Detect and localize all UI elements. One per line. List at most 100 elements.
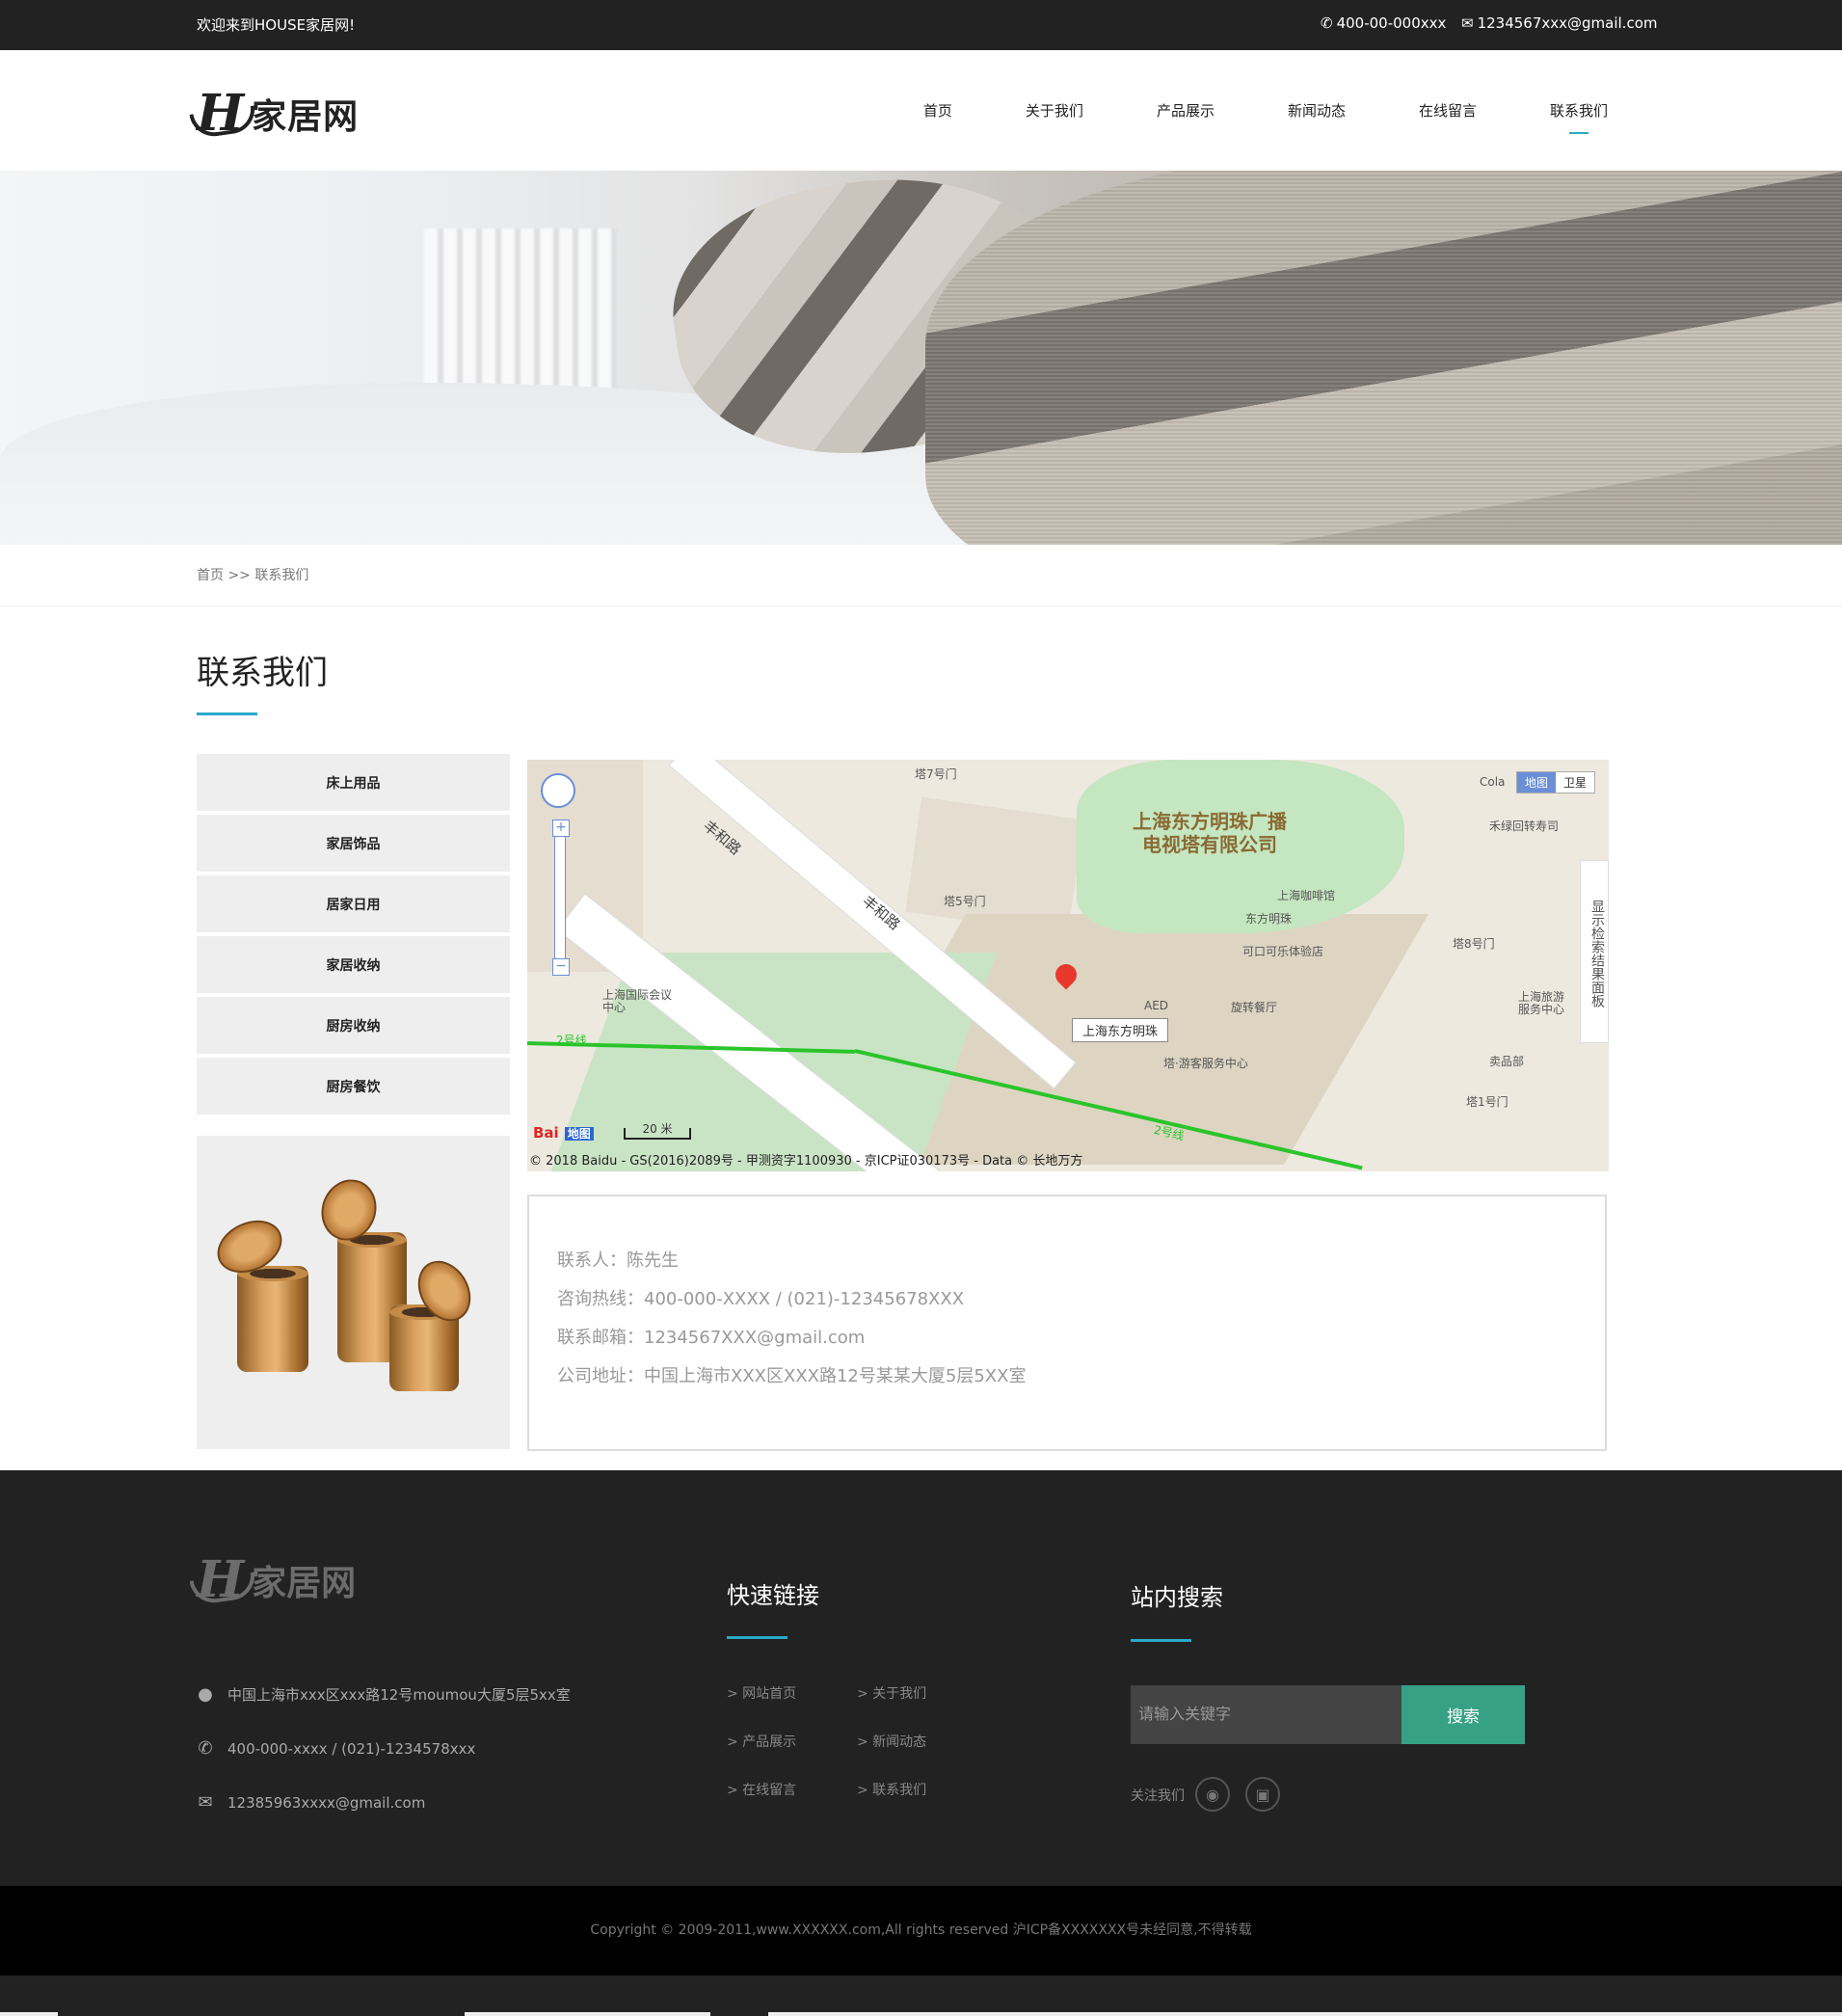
sidebar-item-kitchen-storage[interactable]: 厨房收纳 <box>197 997 510 1054</box>
sidebar-item-bedding[interactable]: 床上用品 <box>197 754 510 811</box>
footer-logo[interactable]: H 家居网 <box>197 1555 356 1605</box>
contact-person: 联系人：陈先生 <box>557 1250 679 1271</box>
follow-us-label: 关注我们 <box>1131 1788 1185 1804</box>
footer-phone-text: 400-000-xxxx / (021)-1234578xxx <box>227 1739 476 1758</box>
page-title-underline <box>197 712 257 715</box>
jar-left <box>237 1266 308 1372</box>
top-email-address: 1234567xxx@gmail.com <box>1477 14 1658 32</box>
map-poi: 上海国际会议中心 <box>602 988 673 1014</box>
map-poi: 塔8号门 <box>1453 937 1495 951</box>
map-selected-poi[interactable]: 上海东方明珠 <box>1072 1018 1169 1042</box>
map-poi: 禾绿回转寿司 <box>1489 820 1560 833</box>
contact-email: 联系邮箱：1234567XXX@gmail.com <box>557 1328 866 1348</box>
nav-item-message[interactable]: 在线留言 <box>1419 50 1477 171</box>
site-search-button[interactable]: 搜索 <box>1402 1685 1525 1744</box>
banner-radiator <box>424 228 617 392</box>
strip-segment <box>465 2012 710 2016</box>
map-copyright: © 2018 Baidu - GS(2016)2089号 - 甲测资字11009… <box>529 1154 1083 1169</box>
map-zoom-in-button[interactable]: + <box>552 820 570 837</box>
location-pin-icon: ● <box>198 1684 213 1705</box>
footer-link-products[interactable]: > 产品展示 <box>727 1732 796 1751</box>
nav-item-products[interactable]: 产品展示 <box>1157 50 1215 171</box>
footer-link-contact[interactable]: > 联系我们 <box>857 1780 926 1799</box>
wechat-icon[interactable]: ▣ <box>1245 1777 1280 1812</box>
contact-hotline: 咨询热线：400-000-XXXX / (021)-12345678XXX <box>557 1289 965 1309</box>
map-building-line2: 电视塔有限公司 <box>1142 833 1277 856</box>
quick-links-title: 快速链接 <box>727 1582 819 1609</box>
phone-icon: ✆ <box>1321 14 1333 32</box>
nav-item-about[interactable]: 关于我们 <box>1026 50 1083 171</box>
top-phone-number: 400-00-000xxx <box>1336 14 1447 32</box>
sidebar-item-daily[interactable]: 居家日用 <box>197 875 510 932</box>
map-poi: 上海咖啡馆 <box>1277 889 1336 902</box>
map-poi: 塔1号门 <box>1466 1095 1508 1109</box>
footer-logo-name: 家居网 <box>252 1564 357 1603</box>
map-zoom-out-button[interactable]: − <box>552 958 570 976</box>
site-search-title: 站内搜索 <box>1131 1584 1223 1611</box>
map-poi: Cola <box>1480 775 1506 789</box>
footer-email-text: 12385963xxxx@gmail.com <box>227 1793 426 1812</box>
sidebar-item-kitchen-dining[interactable]: 厨房餐饮 <box>197 1058 510 1115</box>
nav-item-news[interactable]: 新闻动态 <box>1288 50 1346 171</box>
map-scale: 20 米 <box>624 1123 691 1140</box>
page-title: 联系我们 <box>197 654 328 692</box>
footer-address: ● 中国上海市xxx区xxx路12号moumou大厦5层5xx室 <box>197 1684 571 1705</box>
map-pan-control[interactable] <box>541 773 575 808</box>
map-poi: 塔5号门 <box>944 895 986 908</box>
site-search-underline <box>1131 1639 1191 1642</box>
sidebar-item-storage[interactable]: 家居收纳 <box>197 936 510 993</box>
map-results-panel-toggle[interactable]: 显示检索结果面板 <box>1580 860 1609 1043</box>
footer-link-message[interactable]: > 在线留言 <box>727 1780 796 1799</box>
map-poi: 塔7号门 <box>915 767 957 781</box>
nav-item-contact[interactable]: 联系我们 <box>1550 50 1608 171</box>
main-nav: 首页 关于我们 产品展示 新闻动态 在线留言 联系我们 <box>850 50 1608 171</box>
category-sidebar: 床上用品 家居饰品 居家日用 家居收纳 厨房收纳 厨房餐饮 <box>197 754 510 1449</box>
breadcrumb[interactable]: 首页 >> 联系我们 <box>197 565 308 584</box>
footer-link-news[interactable]: > 新闻动态 <box>857 1732 926 1751</box>
bottom-strip <box>0 1976 1842 2016</box>
top-phone: ✆ 400-00-000xxx <box>1321 14 1446 32</box>
map-building-label: 上海东方明珠广播 电视塔有限公司 <box>1133 810 1287 856</box>
map-type-map[interactable]: 地图 <box>1516 772 1556 793</box>
site-footer: H 家居网 ● 中国上海市xxx区xxx路12号moumou大厦5层5xx室 ✆… <box>0 1470 1842 1886</box>
map-poi: 旋转餐厅 <box>1231 1001 1278 1014</box>
top-bar: 欢迎来到HOUSE家居网! ✆ 400-00-000xxx ✉ 1234567x… <box>0 0 1842 50</box>
map-type-satellite[interactable]: 卫星 <box>1556 772 1594 793</box>
map-building-line1: 上海东方明珠广播 <box>1133 810 1287 833</box>
top-email: ✉ 1234567xxx@gmail.com <box>1461 14 1657 32</box>
contact-info-box: 联系人：陈先生 咨询热线：400-000-XXXX / (021)-123456… <box>527 1195 1607 1451</box>
map-poi: AED <box>1144 999 1169 1012</box>
map-zoom-slider[interactable] <box>554 821 566 966</box>
welcome-text: 欢迎来到HOUSE家居网! <box>197 16 356 34</box>
mail-icon: ✉ <box>1461 14 1474 32</box>
footer-phone: ✆ 400-000-xxxx / (021)-1234578xxx <box>197 1738 475 1759</box>
logo-name: 家居网 <box>252 97 360 137</box>
strip-segment <box>0 2012 58 2016</box>
footer-link-about[interactable]: > 关于我们 <box>857 1683 926 1703</box>
footer-link-home[interactable]: > 网站首页 <box>727 1683 796 1703</box>
quick-links-underline <box>727 1636 788 1639</box>
map-poi: 塔·游客服务中心 <box>1163 1057 1248 1070</box>
copyright-bar: Copyright © 2009-2011,www.XXXXXX.com,All… <box>0 1886 1842 1976</box>
map-poi: 可口可乐体验店 <box>1242 945 1324 958</box>
site-search-input[interactable] <box>1131 1685 1402 1744</box>
footer-address-text: 中国上海市xxx区xxx路12号moumou大厦5层5xx室 <box>227 1686 571 1704</box>
map-poi: 上海旅游服务中心 <box>1518 990 1565 1016</box>
map-poi: 东方明珠 <box>1245 912 1293 926</box>
sidebar-item-decor[interactable]: 家居饰品 <box>197 815 510 872</box>
strip-segment <box>768 2012 1842 2016</box>
map-type-switch: 地图 卫星 <box>1515 771 1595 793</box>
banner-pillow-large <box>925 171 1842 545</box>
hero-banner <box>0 171 1842 545</box>
promo-image-jars[interactable] <box>197 1136 510 1449</box>
phone-icon: ✆ <box>198 1738 213 1759</box>
logo-mark: H <box>197 84 245 143</box>
baidu-map[interactable]: 上海东方明珠广播 电视塔有限公司 丰和路 丰和路 2号线 2号线 塔7号门 塔5… <box>527 760 1609 1171</box>
footer-logo-mark: H <box>197 1550 245 1609</box>
baidu-logo-text: Bai <box>533 1124 559 1142</box>
site-logo[interactable]: H 家居网 <box>197 89 359 139</box>
nav-item-home[interactable]: 首页 <box>923 50 952 171</box>
map-metro-label: 2号线 <box>556 1034 587 1047</box>
weibo-icon[interactable]: ◉ <box>1195 1777 1230 1812</box>
footer-email: ✉ 12385963xxxx@gmail.com <box>197 1792 425 1813</box>
